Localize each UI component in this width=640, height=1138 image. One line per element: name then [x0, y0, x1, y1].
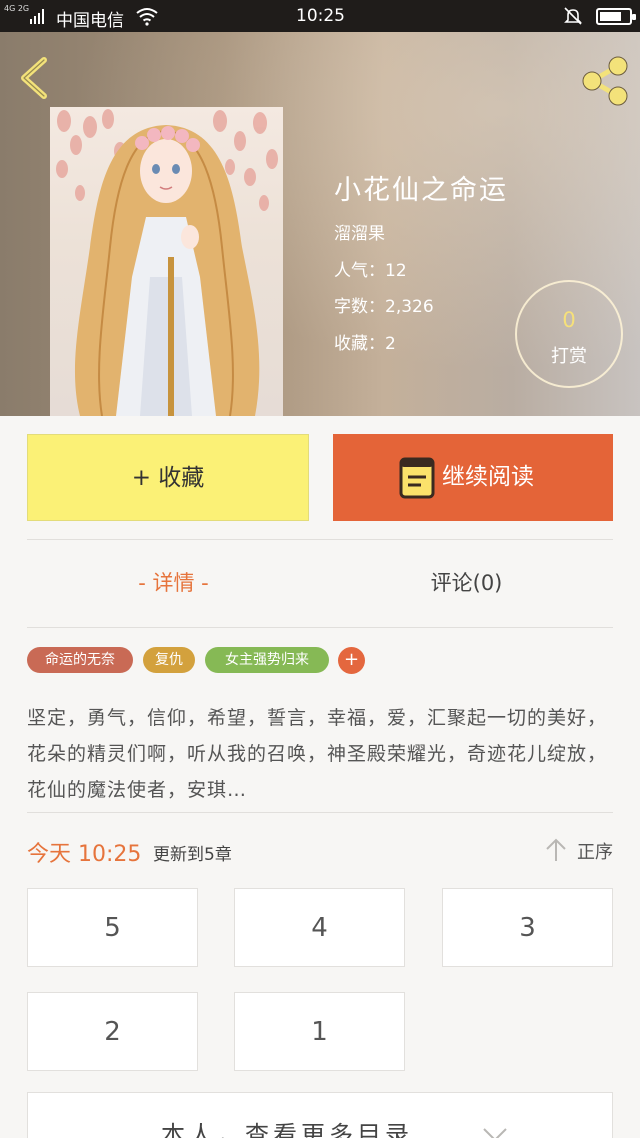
share-icon[interactable]: [578, 54, 632, 108]
view-more-label: 本人，查看更多目录: [161, 1121, 413, 1138]
book-title: 小花仙之命运: [334, 175, 508, 206]
book-popularity: 人气：12: [334, 261, 407, 281]
reward-count: 0: [562, 308, 576, 332]
chapter-button[interactable]: 4: [234, 888, 405, 967]
chevron-down-icon: [483, 1128, 507, 1138]
battery-level: [600, 12, 621, 21]
network-type: 4G 2G: [4, 4, 30, 13]
clock: 10:25: [296, 6, 345, 26]
carrier-name: 中国电信: [56, 11, 124, 31]
tab-details[interactable]: - 详情 -: [27, 540, 320, 626]
add-tag-button[interactable]: +: [338, 647, 365, 674]
update-info: 今天 10:25 更新到5章 正序: [27, 834, 613, 870]
back-icon[interactable]: [14, 54, 54, 102]
divider: [27, 627, 613, 628]
bell-muted-icon: [564, 7, 582, 25]
sort-order-button[interactable]: 正序: [577, 838, 613, 864]
tag[interactable]: 复仇: [143, 647, 195, 673]
tag[interactable]: 命运的无奈: [27, 647, 133, 673]
battery-icon: [596, 8, 636, 25]
status-bar: 4G 2G 中国电信 10:25: [0, 0, 640, 32]
chapter-button[interactable]: 3: [442, 888, 613, 967]
reward-label: 打赏: [551, 346, 587, 367]
update-time: 今天 10:25: [27, 842, 142, 867]
signal-icon: [30, 9, 44, 24]
book-author[interactable]: 溜溜果: [334, 219, 385, 244]
cover-illustration: [56, 109, 278, 416]
book-icon: [399, 457, 435, 499]
wifi-icon: [136, 8, 158, 26]
continue-reading-button[interactable]: 继续阅读: [333, 434, 613, 521]
book-header: 小花仙之命运 溜溜果 人气：12 字数：2,326 收藏：2 0 打赏: [0, 32, 640, 416]
chapter-button[interactable]: 5: [27, 888, 198, 967]
book-description[interactable]: 坚定，勇气，信仰，希望，誓言，幸福，爱，汇聚起一切的美好，花朵的精灵们啊，听从我…: [27, 700, 607, 808]
chapter-button[interactable]: 2: [27, 992, 198, 1071]
continue-reading-label: 继续阅读: [442, 464, 534, 490]
update-text: 更新到5章: [153, 845, 232, 865]
tab-comments[interactable]: 评论(0): [320, 540, 613, 626]
tag[interactable]: 女主强势归来: [205, 647, 329, 673]
book-cover[interactable]: [50, 107, 283, 416]
divider: [27, 812, 613, 813]
book-word-count: 字数：2,326: [334, 297, 434, 317]
view-more-chapters-button[interactable]: 本人，查看更多目录: [27, 1092, 613, 1138]
arrow-up-icon[interactable]: [545, 838, 567, 862]
reward-button[interactable]: 0 打赏: [515, 280, 623, 388]
chapter-button[interactable]: 1: [234, 992, 405, 1071]
book-favorites: 收藏：2: [334, 334, 396, 354]
add-to-collection-button[interactable]: + 收藏: [27, 434, 309, 521]
